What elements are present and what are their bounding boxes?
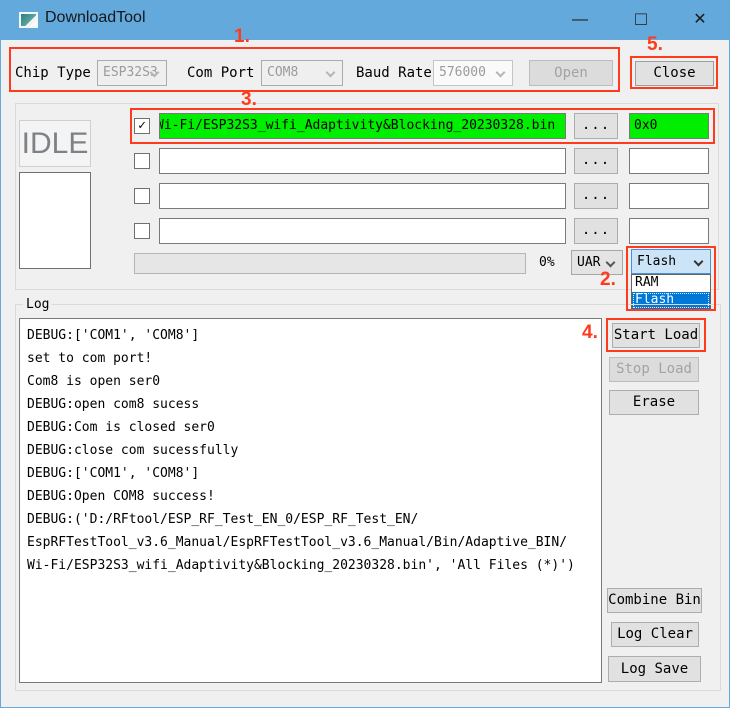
log-clear-button[interactable]: Log Clear (611, 622, 699, 647)
mode-option-ram[interactable]: RAM (632, 275, 710, 292)
titlebar: DownloadTool — □ ✕ (1, 0, 730, 40)
chip-type-label: Chip Type (15, 60, 91, 86)
browse-button[interactable]: ... (574, 218, 618, 244)
stop-load-button[interactable]: Stop Load (609, 357, 699, 382)
mode-value: Flash (637, 254, 676, 269)
address-field[interactable] (629, 183, 709, 209)
chevron-down-icon (496, 68, 506, 78)
baud-rate-value: 576000 (439, 65, 486, 80)
file-checkbox[interactable] (134, 188, 150, 204)
combine-bin-button[interactable]: Combine Bin (607, 588, 702, 613)
log-textarea[interactable]: DEBUG:['COM1', 'COM8'] set to com port! … (19, 318, 602, 683)
downloadtool-window: DownloadTool — □ ✕ Chip Type ESP32S3 Com… (0, 0, 730, 708)
chevron-down-icon (694, 257, 704, 267)
chevron-down-icon (606, 258, 616, 268)
window-title: DownloadTool (45, 9, 146, 27)
minimize-icon[interactable]: — (557, 0, 603, 40)
interface-value: UAR (577, 255, 600, 270)
start-load-button[interactable]: Start Load (612, 323, 700, 348)
com-port-value: COM8 (267, 65, 298, 80)
interface-select[interactable]: UAR (571, 250, 623, 275)
file-checkbox[interactable]: ✓ (134, 118, 150, 134)
status-indicator: IDLE (19, 120, 91, 167)
close-window-icon[interactable]: ✕ (677, 0, 723, 40)
file-path-field[interactable] (159, 218, 566, 244)
file-checkbox[interactable] (134, 223, 150, 239)
browse-button[interactable]: ... (574, 183, 618, 209)
com-port-select[interactable]: COM8 (261, 60, 343, 86)
info-box (19, 172, 91, 269)
maximize-icon[interactable]: □ (618, 0, 664, 40)
file-path-field[interactable] (159, 183, 566, 209)
erase-button[interactable]: Erase (609, 390, 699, 415)
file-checkbox[interactable] (134, 153, 150, 169)
browse-button[interactable]: ... (574, 148, 618, 174)
file-path-field[interactable]: Wi-Fi/ESP32S3_wifi_Adaptivity&Blocking_2… (159, 113, 566, 139)
progress-percent: 0% (539, 251, 555, 275)
file-path-field[interactable] (159, 148, 566, 174)
open-button[interactable]: Open (529, 60, 613, 86)
close-button[interactable]: Close (635, 61, 714, 86)
progress-bar (134, 253, 526, 274)
chip-type-select[interactable]: ESP32S3 (97, 60, 167, 86)
baud-rate-select[interactable]: 576000 (433, 60, 513, 86)
address-field[interactable] (629, 148, 709, 174)
app-icon (19, 12, 38, 28)
address-field[interactable]: 0x0 (629, 113, 709, 139)
mode-select[interactable]: Flash (631, 249, 711, 274)
com-port-label: Com Port (187, 60, 254, 86)
log-group-label: Log (23, 297, 52, 312)
browse-button[interactable]: ... (574, 113, 618, 139)
address-field[interactable] (629, 218, 709, 244)
chevron-down-icon (326, 68, 336, 78)
log-save-button[interactable]: Log Save (608, 656, 701, 682)
baud-rate-label: Baud Rate (356, 60, 432, 86)
